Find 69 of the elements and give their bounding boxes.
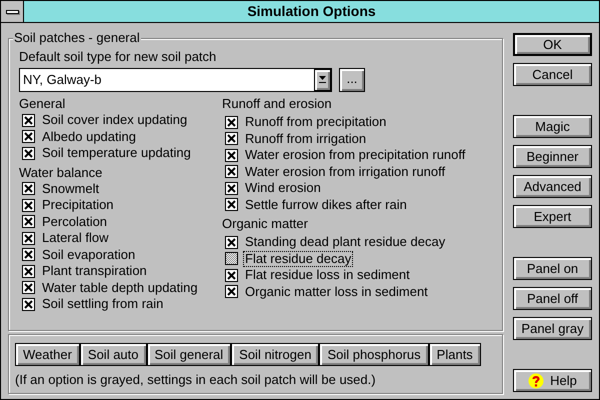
- help-button[interactable]: Help: [513, 369, 592, 392]
- checkbox[interactable]: [225, 236, 238, 249]
- dialog-button[interactable]: Panel on: [513, 257, 592, 280]
- checkbox[interactable]: [22, 198, 35, 212]
- checkbox[interactable]: [225, 182, 238, 195]
- checkbox[interactable]: [22, 248, 35, 262]
- section-heading: Runoff and erosion: [222, 96, 333, 112]
- option-label: Water erosion from precipitation runoff: [244, 147, 466, 164]
- option-label: Standing dead plant residue decay: [244, 234, 446, 250]
- option-label: Precipitation: [41, 197, 115, 214]
- checkbox[interactable]: [225, 252, 238, 266]
- option-label: Water table depth updating: [41, 280, 199, 296]
- dialog-button[interactable]: Expert: [513, 205, 592, 228]
- option-label: Runoff from precipitation: [244, 114, 388, 130]
- checkbox[interactable]: [225, 268, 238, 282]
- note-text: (If an option is grayed, settings in each soil patch will be used.): [15, 371, 377, 389]
- option-label: Wind erosion: [244, 180, 322, 196]
- option-label: Soil cover index updating: [41, 112, 188, 128]
- group-title: Soil patches - general: [13, 30, 141, 46]
- option-label: Soil temperature updating: [41, 145, 192, 162]
- browse-button[interactable]: ...: [339, 68, 365, 92]
- section-heading: General: [19, 96, 66, 112]
- checkbox[interactable]: [225, 132, 238, 146]
- panel-button[interactable]: Weather: [15, 343, 80, 366]
- dialog-button[interactable]: Magic: [513, 115, 592, 138]
- option-label: Settle furrow dikes after rain: [244, 196, 408, 213]
- dialog-button[interactable]: OK: [513, 33, 592, 56]
- option-label: Flat residue decay: [243, 250, 354, 267]
- section-heading: Organic matter: [222, 216, 309, 232]
- option-label: Plant transpiration: [41, 263, 148, 280]
- soil-type-dropdown[interactable]: NY, Galway-b: [19, 68, 332, 92]
- dialog-button[interactable]: Panel off: [513, 287, 592, 310]
- checkbox[interactable]: [22, 146, 35, 160]
- checkbox[interactable]: [225, 148, 238, 162]
- option-label: Organic matter loss in sediment: [244, 284, 429, 300]
- option-label: Runoff from irrigation: [244, 130, 368, 147]
- checkbox[interactable]: [225, 198, 238, 212]
- panel-button[interactable]: Plants: [428, 343, 481, 366]
- checkbox[interactable]: [22, 264, 35, 278]
- checkbox[interactable]: [22, 232, 35, 245]
- checkbox[interactable]: [225, 165, 238, 178]
- checkbox[interactable]: [22, 130, 35, 144]
- checkbox[interactable]: [22, 182, 35, 196]
- checkbox[interactable]: [22, 114, 35, 127]
- option-label: Water erosion from irrigation runoff: [244, 164, 446, 180]
- section-heading: Water balance: [19, 164, 104, 180]
- option-label: Flat residue loss in sediment: [244, 267, 411, 284]
- checkbox[interactable]: [22, 298, 35, 311]
- checkbox[interactable]: [225, 285, 238, 298]
- panel-button[interactable]: Soil nitrogen: [231, 343, 320, 366]
- field-label: Default soil type for new soil patch: [19, 49, 218, 65]
- checkbox[interactable]: [225, 116, 238, 129]
- option-label: Percolation: [41, 214, 108, 230]
- question-mark-icon: [528, 372, 544, 388]
- panel-button[interactable]: Soil phosphorus: [319, 343, 429, 366]
- option-label: Albedo updating: [41, 128, 137, 145]
- window-title: Simulation Options: [247, 2, 376, 21]
- panel-button[interactable]: Soil auto: [80, 343, 146, 366]
- dialog-button[interactable]: Cancel: [513, 63, 592, 86]
- option-label: Lateral flow: [41, 230, 110, 246]
- option-label: Soil evaporation: [41, 246, 136, 263]
- dialog-button[interactable]: Advanced: [513, 175, 592, 198]
- checkbox[interactable]: [22, 281, 35, 294]
- dialog-button[interactable]: Panel gray: [513, 317, 592, 340]
- option-label: Snowmelt: [41, 180, 100, 197]
- panel-button[interactable]: Soil general: [146, 343, 232, 366]
- checkbox[interactable]: [22, 215, 35, 228]
- dialog-button[interactable]: Beginner: [513, 145, 592, 168]
- option-label: Soil settling from rain: [41, 296, 164, 312]
